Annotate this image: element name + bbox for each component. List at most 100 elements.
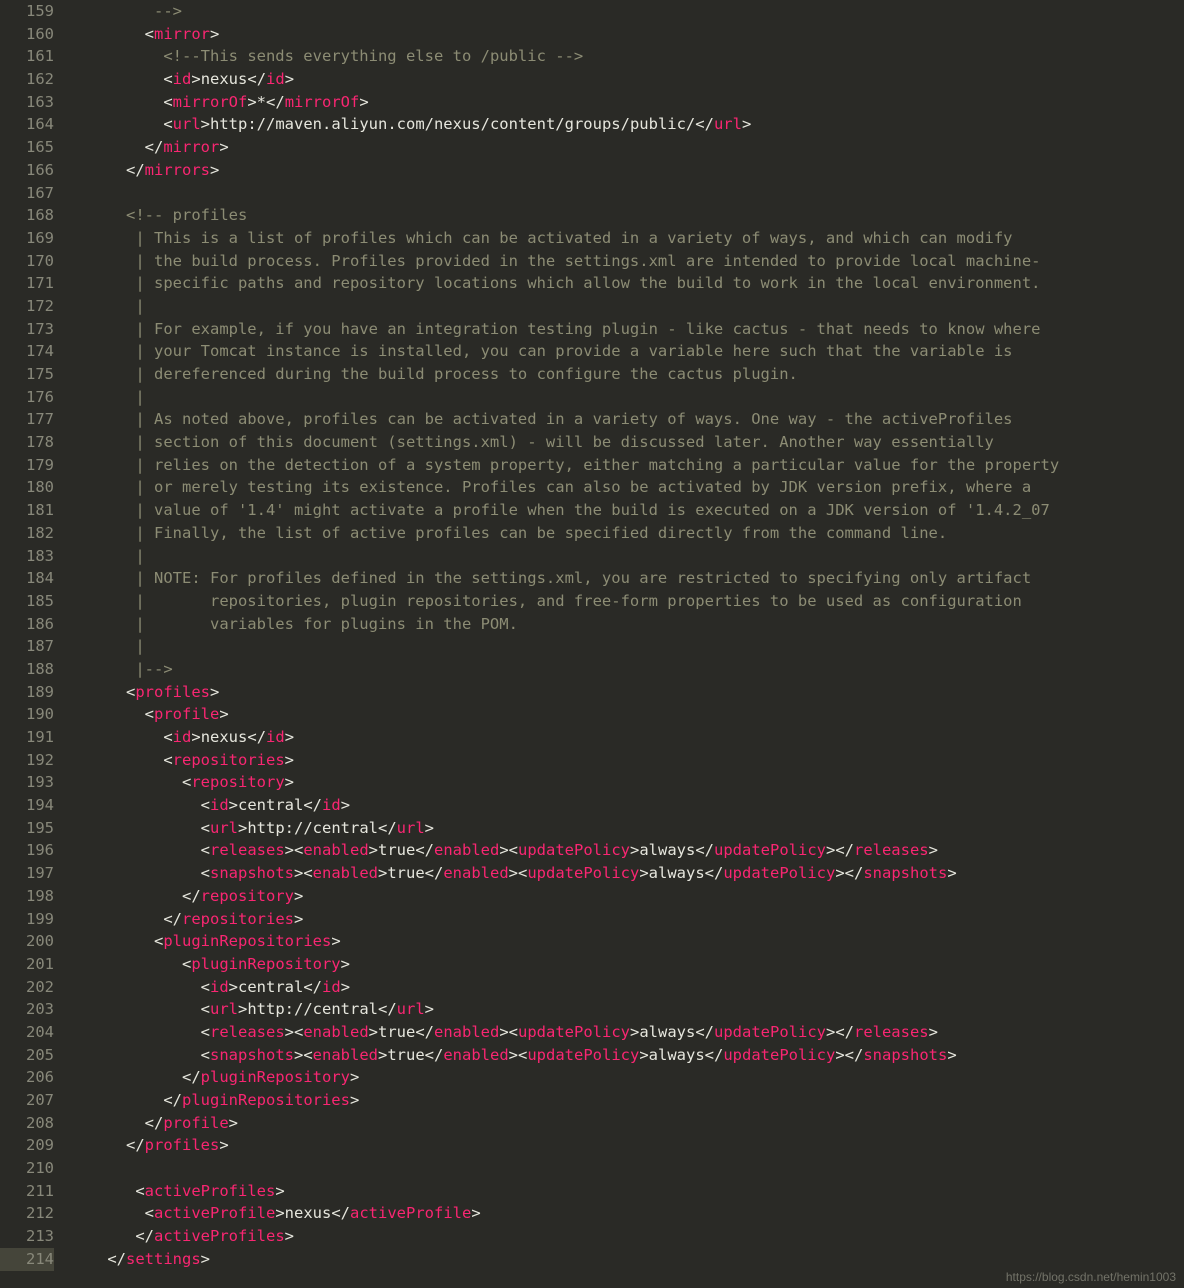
- xml-tag: activeProfiles: [145, 1182, 276, 1200]
- bracket: >: [247, 93, 256, 111]
- comment-text: |: [135, 297, 144, 315]
- bracket: </: [126, 1136, 145, 1154]
- code-line[interactable]: | the build process. Profiles provided i…: [70, 250, 1184, 273]
- code-line[interactable]: <!-- profiles: [70, 204, 1184, 227]
- line-number: 204: [0, 1021, 54, 1044]
- code-line[interactable]: | dereferenced during the build process …: [70, 363, 1184, 386]
- code-line[interactable]: </pluginRepositories>: [70, 1089, 1184, 1112]
- code-line[interactable]: <activeProfile>nexus</activeProfile>: [70, 1202, 1184, 1225]
- code-line[interactable]: |: [70, 295, 1184, 318]
- code-line[interactable]: | section of this document (settings.xml…: [70, 431, 1184, 454]
- code-editor[interactable]: 1591601611621631641651661671681691701711…: [0, 0, 1184, 1271]
- code-line[interactable]: | variables for plugins in the POM.: [70, 613, 1184, 636]
- line-number: 191: [0, 726, 54, 749]
- text: *: [257, 93, 266, 111]
- code-line[interactable]: <id>nexus</id>: [70, 68, 1184, 91]
- code-line[interactable]: | For example, if you have an integratio…: [70, 318, 1184, 341]
- comment-text: | variables for plugins in the POM.: [135, 615, 518, 633]
- xml-tag: updatePolicy: [714, 841, 826, 859]
- code-line[interactable]: <activeProfiles>: [70, 1180, 1184, 1203]
- code-line[interactable]: | specific paths and repository location…: [70, 272, 1184, 295]
- code-line[interactable]: |: [70, 545, 1184, 568]
- code-line[interactable]: [70, 1157, 1184, 1180]
- code-line[interactable]: <mirror>: [70, 23, 1184, 46]
- code-line[interactable]: <url>http://maven.aliyun.com/nexus/conte…: [70, 113, 1184, 136]
- code-line[interactable]: </repositories>: [70, 908, 1184, 931]
- comment-text: | dereferenced during the build process …: [135, 365, 798, 383]
- watermark-text: https://blog.csdn.net/hemin1003: [1006, 1270, 1176, 1284]
- code-line[interactable]: <snapshots><enabled>true</enabled><updat…: [70, 862, 1184, 885]
- bracket: >: [341, 955, 350, 973]
- code-line[interactable]: <repositories>: [70, 749, 1184, 772]
- code-area[interactable]: --> <mirror> <!--This sends everything e…: [64, 0, 1184, 1271]
- bracket: ></: [835, 864, 863, 882]
- bracket: >: [471, 1204, 480, 1222]
- code-line[interactable]: |-->: [70, 658, 1184, 681]
- xml-tag: id: [266, 728, 285, 746]
- xml-tag: repositories: [182, 910, 294, 928]
- xml-tag: id: [322, 978, 341, 996]
- xml-tag: snapshots: [210, 864, 294, 882]
- code-line[interactable]: </repository>: [70, 885, 1184, 908]
- code-line[interactable]: </pluginRepository>: [70, 1066, 1184, 1089]
- code-line[interactable]: <profile>: [70, 703, 1184, 726]
- line-number: 207: [0, 1089, 54, 1112]
- code-line[interactable]: <url>http://central</url>: [70, 998, 1184, 1021]
- bracket: <: [201, 1046, 210, 1064]
- code-line[interactable]: | repositories, plugin repositories, and…: [70, 590, 1184, 613]
- line-number: 190: [0, 703, 54, 726]
- code-line[interactable]: | or merely testing its existence. Profi…: [70, 476, 1184, 499]
- line-number-gutter: 1591601611621631641651661671681691701711…: [0, 0, 64, 1271]
- bracket: <: [163, 93, 172, 111]
- code-line[interactable]: <pluginRepository>: [70, 953, 1184, 976]
- code-line[interactable]: <snapshots><enabled>true</enabled><updat…: [70, 1044, 1184, 1067]
- line-number: 186: [0, 613, 54, 636]
- code-line[interactable]: </activeProfiles>: [70, 1225, 1184, 1248]
- xml-tag: updatePolicy: [723, 1046, 835, 1064]
- code-line[interactable]: | relies on the detection of a system pr…: [70, 454, 1184, 477]
- comment-text: <!--This sends everything else to /publi…: [163, 47, 583, 65]
- line-number: 212: [0, 1202, 54, 1225]
- text: nexus: [201, 70, 248, 88]
- code-line[interactable]: <url>http://central</url>: [70, 817, 1184, 840]
- code-line[interactable]: | NOTE: For profiles defined in the sett…: [70, 567, 1184, 590]
- comment-text: <!-- profiles: [126, 206, 247, 224]
- code-line[interactable]: <!--This sends everything else to /publi…: [70, 45, 1184, 68]
- code-line[interactable]: |: [70, 386, 1184, 409]
- code-line[interactable]: <releases><enabled>true</enabled><update…: [70, 1021, 1184, 1044]
- code-line[interactable]: <id>central</id>: [70, 794, 1184, 817]
- xml-tag: enabled: [313, 1046, 378, 1064]
- bracket: </: [145, 1114, 164, 1132]
- xml-tag: pluginRepositories: [182, 1091, 350, 1109]
- code-line[interactable]: | As noted above, profiles can be activa…: [70, 408, 1184, 431]
- line-number: 179: [0, 454, 54, 477]
- text: true: [387, 864, 424, 882]
- code-line[interactable]: | your Tomcat instance is installed, you…: [70, 340, 1184, 363]
- code-line[interactable]: </profiles>: [70, 1134, 1184, 1157]
- code-line[interactable]: <repository>: [70, 771, 1184, 794]
- line-number: 185: [0, 590, 54, 613]
- line-number: 182: [0, 522, 54, 545]
- code-line[interactable]: </mirror>: [70, 136, 1184, 159]
- code-line[interactable]: | value of '1.4' might activate a profil…: [70, 499, 1184, 522]
- bracket: ><: [285, 1023, 304, 1041]
- code-line[interactable]: -->: [70, 0, 1184, 23]
- code-line[interactable]: <mirrorOf>*</mirrorOf>: [70, 91, 1184, 114]
- code-line[interactable]: [70, 182, 1184, 205]
- code-line[interactable]: <profiles>: [70, 681, 1184, 704]
- code-line[interactable]: <pluginRepositories>: [70, 930, 1184, 953]
- code-line[interactable]: </settings>: [70, 1248, 1184, 1271]
- code-line[interactable]: <id>nexus</id>: [70, 726, 1184, 749]
- bracket: ></: [835, 1046, 863, 1064]
- bracket: <: [201, 819, 210, 837]
- code-line[interactable]: | Finally, the list of active profiles c…: [70, 522, 1184, 545]
- bracket: >: [219, 138, 228, 156]
- bracket: </: [247, 70, 266, 88]
- bracket: >: [350, 1068, 359, 1086]
- code-line[interactable]: <id>central</id>: [70, 976, 1184, 999]
- code-line[interactable]: </mirrors>: [70, 159, 1184, 182]
- code-line[interactable]: |: [70, 635, 1184, 658]
- code-line[interactable]: <releases><enabled>true</enabled><update…: [70, 839, 1184, 862]
- code-line[interactable]: </profile>: [70, 1112, 1184, 1135]
- code-line[interactable]: | This is a list of profiles which can b…: [70, 227, 1184, 250]
